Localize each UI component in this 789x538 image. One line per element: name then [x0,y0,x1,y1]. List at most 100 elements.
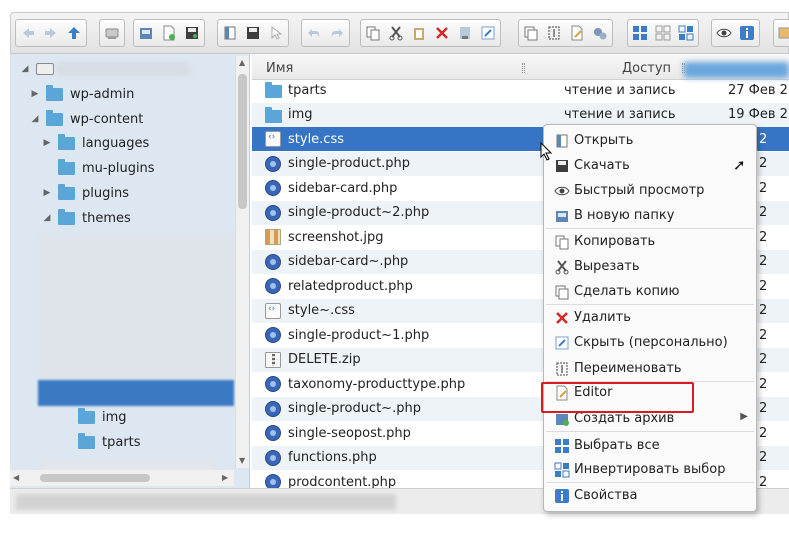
hide-icon [555,336,569,350]
redacted-selected-item [38,380,234,406]
rename-button[interactable] [543,21,565,45]
menu-item-cut[interactable]: Вырезать [544,255,756,279]
column-access-header[interactable]: Доступ [622,61,671,76]
select-all-icon [633,26,647,40]
up-button[interactable] [63,21,85,45]
tree-item-themes[interactable]: ◢ themes [42,207,131,229]
save-button[interactable] [181,21,203,45]
menu-item-label: Свойства [574,488,638,503]
tree-item-plugins[interactable]: ▶ plugins [42,182,129,204]
column-date-header[interactable] [684,62,789,78]
file-name: style.css [288,131,344,147]
file-name: taxonomy-producttype.php [288,376,466,392]
menu-item-info[interactable]: Свойства [544,484,756,508]
open-icon [224,26,236,40]
tree-scroll-thumb[interactable] [238,74,247,209]
redo-button[interactable] [326,21,348,45]
css-file-icon [265,302,281,319]
extra-button[interactable] [775,21,789,45]
menu-item-delete[interactable]: Удалить [544,306,756,330]
hide-button[interactable] [477,21,499,45]
file-name: DELETE.zip [288,352,361,367]
reload-button[interactable] [101,21,123,45]
folder-icon [58,158,75,175]
invert-selection-button[interactable] [675,21,697,45]
chevron-down-icon[interactable]: ◢ [30,114,40,124]
resize-cursor-icon: ➚ [733,156,746,174]
tree-item-label: wp-admin [70,86,135,102]
scroll-down-icon[interactable]: ▼ [239,456,245,465]
column-resize-handle[interactable] [522,63,525,73]
table-row[interactable]: tparts чтение и запись 27 Фев 2 [252,78,789,102]
folder-icon [78,432,95,449]
back-button[interactable] [17,21,39,45]
redacted-tree-items [38,234,238,382]
tree-hscroll-thumb[interactable] [40,474,150,482]
tree-horizontal-scrollbar[interactable]: ◀ ▶ [10,470,234,486]
zip-file-icon [265,351,281,368]
chevron-down-icon[interactable]: ◢ [42,213,52,223]
file-name: single-product.php [288,156,411,171]
tree-item-mu-plugins[interactable]: mu-plugins [42,157,155,179]
forward-button[interactable] [40,21,62,45]
menu-item-copy[interactable]: Копировать [544,230,756,254]
redacted-root-label [56,62,190,76]
scroll-left-icon[interactable]: ◀ [13,473,19,482]
eye-icon [716,28,732,38]
chevron-right-icon[interactable]: ▶ [42,188,52,198]
menu-item-label: Открыть [574,133,634,148]
chevron-down-icon[interactable]: ◢ [20,64,30,74]
tree-item-label: plugins [82,185,129,201]
menu-item-invert-selection[interactable]: Инвертировать выбор [544,458,756,482]
copy-button[interactable] [362,21,384,45]
menu-item-hide[interactable]: Скрыть (персонально) [544,331,756,355]
php-file-icon [265,449,281,466]
empty-button[interactable] [454,21,476,45]
tree-item-wp-content[interactable]: ◢ wp-content [30,108,143,130]
select-all-button[interactable] [629,21,651,45]
menu-item-download[interactable]: Скачать [544,154,756,178]
settings-button[interactable] [589,21,611,45]
chevron-right-icon[interactable]: ▶ [42,138,52,148]
menu-item-open[interactable]: Открыть [544,129,756,153]
tools-group [518,19,613,47]
chevron-right-icon[interactable]: ▶ [30,89,40,99]
column-name-header[interactable]: Имя [266,61,293,76]
info-button[interactable] [736,21,758,45]
download-button[interactable] [242,21,264,45]
menu-item-new-folder[interactable]: В новую папку [544,204,756,228]
mouse-pointer-icon [540,142,553,161]
image-file-icon [265,229,281,245]
scroll-up-icon[interactable]: ▲ [239,58,245,67]
file-access: чтение и запись [564,82,676,98]
tree-vertical-scrollbar[interactable]: ▲ ▼ [235,56,249,468]
tree-item-tparts[interactable]: tparts [78,431,141,453]
new-folder-button[interactable] [135,21,157,45]
select-all-icon [555,439,569,453]
open-button[interactable] [219,21,241,45]
edit-button[interactable] [566,21,588,45]
preview-button[interactable] [713,21,735,45]
duplicate-button[interactable] [520,21,542,45]
undo-icon [308,29,320,38]
tree-item-wp-admin[interactable]: ▶ wp-admin [30,83,134,105]
hide-icon [481,26,495,40]
paste-button[interactable] [408,21,430,45]
tree-root[interactable]: ◢ [20,58,190,80]
tree-item-languages[interactable]: ▶ languages [42,132,149,154]
grid-view-button[interactable] [652,21,674,45]
table-row[interactable]: img чтение и запись 19 Фев 2 [252,102,789,127]
new-file-button[interactable] [158,21,180,45]
tree-item-img[interactable]: img [78,406,127,428]
menu-item-label: В новую папку [574,208,675,223]
select-button[interactable] [265,21,287,45]
cut-button[interactable] [385,21,407,45]
menu-item-select-all[interactable]: Выбрать все [544,434,756,458]
undo-button[interactable] [303,21,325,45]
menu-item-duplicate[interactable]: Сделать копию [544,280,756,304]
delete-button[interactable] [431,21,453,45]
menu-item-rename[interactable]: Переименовать [544,357,756,381]
menu-item-eye[interactable]: Быстрый просмотр [544,179,756,203]
nav-group [15,19,87,47]
scroll-right-icon[interactable]: ▶ [222,473,228,482]
